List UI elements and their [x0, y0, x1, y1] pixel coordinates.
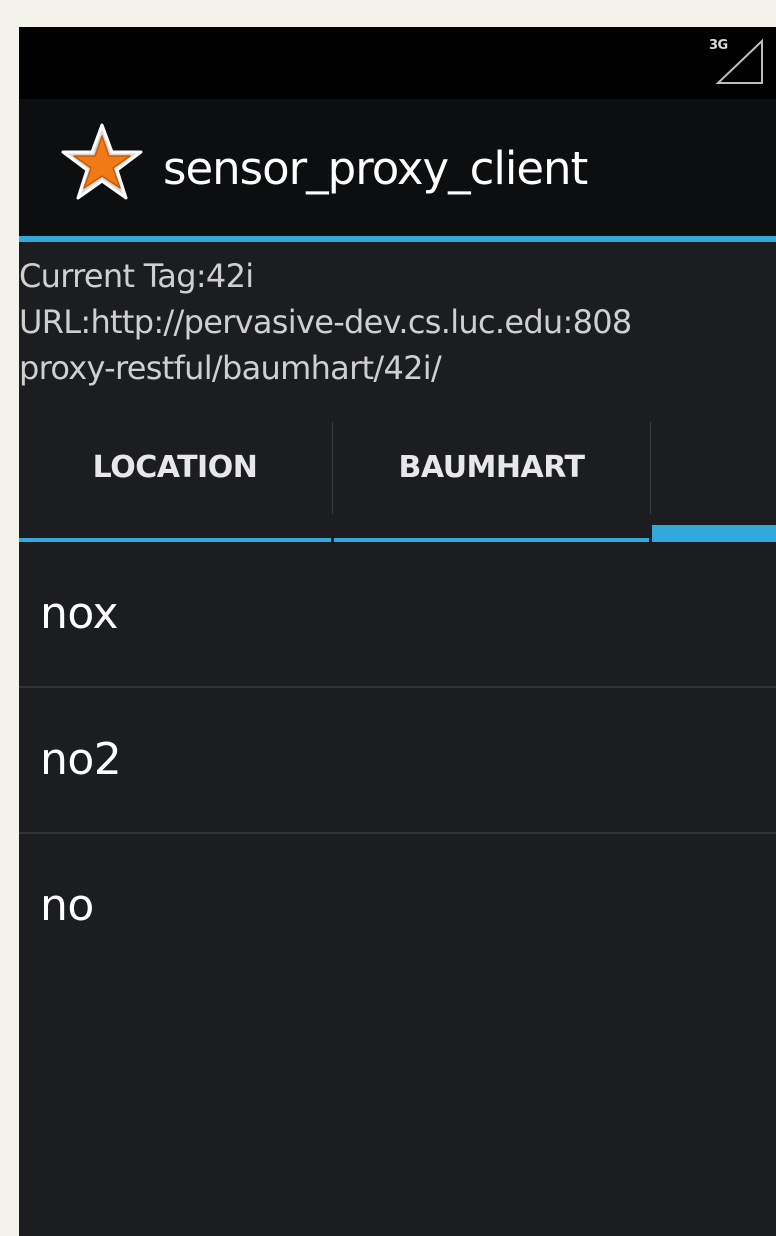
tab-divider [650, 422, 651, 514]
current-tag-text: Current Tag:42i [19, 257, 254, 295]
action-bar-divider [19, 236, 776, 242]
tab-selected[interactable] [652, 420, 776, 542]
list-item-label: no [40, 880, 94, 931]
list-item-label: nox [40, 588, 119, 639]
tab-location[interactable]: LOCATION [19, 420, 331, 542]
tab-baumhart-label: BAUMHART [398, 450, 585, 485]
app-title: sensor_proxy_client [163, 142, 588, 195]
url-text-line1: URL:http://pervasive-dev.cs.luc.edu:808 [19, 303, 632, 341]
tab-selected-indicator [652, 525, 776, 542]
star-icon[interactable] [59, 119, 145, 205]
status-bar: 3G [19, 27, 776, 99]
signal-triangle-icon [715, 38, 763, 84]
list-item[interactable]: no2 [19, 688, 776, 834]
tab-divider [332, 422, 333, 514]
tab-baumhart[interactable]: BAUMHART [334, 420, 649, 542]
tab-location-label: LOCATION [92, 450, 258, 485]
tag-info-panel: Current Tag:42i URL:http://pervasive-dev… [19, 253, 776, 391]
sensor-list: nox no2 no [19, 542, 776, 978]
list-item[interactable]: nox [19, 542, 776, 688]
phone-screen: 3G sensor_proxy_client Current Tag:42i U… [19, 27, 776, 1236]
list-item[interactable]: no [19, 834, 776, 978]
tab-strip: LOCATION BAUMHART [19, 420, 776, 542]
url-text-line2: proxy-restful/baumhart/42i/ [19, 349, 442, 387]
list-item-label: no2 [40, 734, 122, 785]
